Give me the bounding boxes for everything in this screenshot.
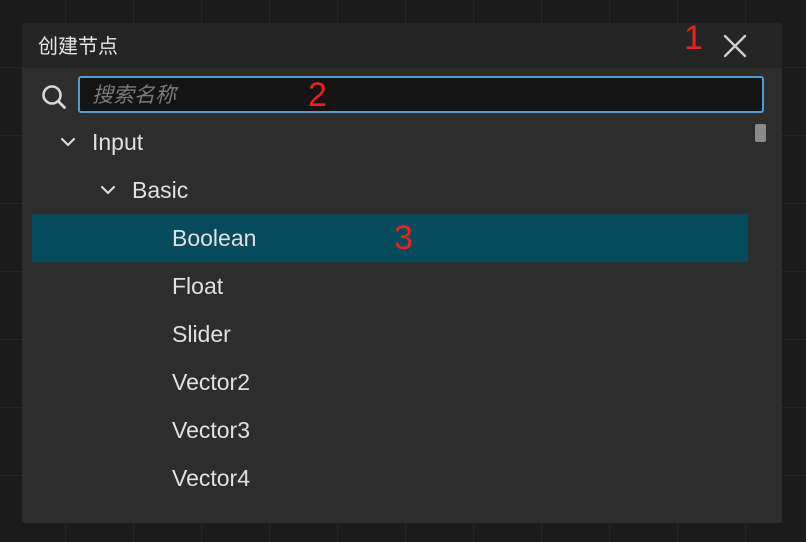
tree-item-basic[interactable]: Basic — [32, 166, 748, 214]
search-input[interactable] — [78, 76, 764, 113]
tree-item-vector2[interactable]: Vector2 — [32, 358, 748, 406]
tree-item-label: Slider — [172, 321, 231, 347]
tree-item-slider[interactable]: Slider — [32, 310, 748, 358]
dialog-title: 创建节点 — [38, 34, 118, 58]
tree-item-float[interactable]: Float — [32, 262, 748, 310]
close-icon[interactable] — [722, 33, 748, 59]
dialog-titlebar: 创建节点 — [22, 23, 782, 68]
annotation-marker-3: 3 — [394, 219, 413, 257]
tree-item-label: Basic — [132, 177, 189, 203]
chevron-down-icon[interactable] — [100, 182, 116, 198]
tree-item-label: Float — [172, 273, 224, 299]
create-node-dialog: 创建节点 Input Basic B — [22, 23, 782, 523]
chevron-down-icon[interactable] — [60, 134, 76, 150]
tree-item-vector4[interactable]: Vector4 — [32, 454, 748, 502]
tree-item-boolean[interactable]: Boolean — [32, 214, 748, 262]
annotation-marker-2: 2 — [308, 76, 327, 114]
tree-item-label: Vector4 — [172, 465, 250, 491]
tree-item-input[interactable]: Input — [32, 118, 748, 166]
search-icon[interactable] — [40, 83, 68, 111]
annotation-marker-1: 1 — [684, 19, 703, 57]
tree-item-label: Input — [92, 129, 144, 155]
scrollbar-thumb[interactable] — [755, 124, 766, 142]
tree-item-vector3[interactable]: Vector3 — [32, 406, 748, 454]
tree-item-label: Vector3 — [172, 417, 250, 443]
tree-item-label: Boolean — [172, 225, 257, 251]
tree-item-label: Vector2 — [172, 369, 250, 395]
